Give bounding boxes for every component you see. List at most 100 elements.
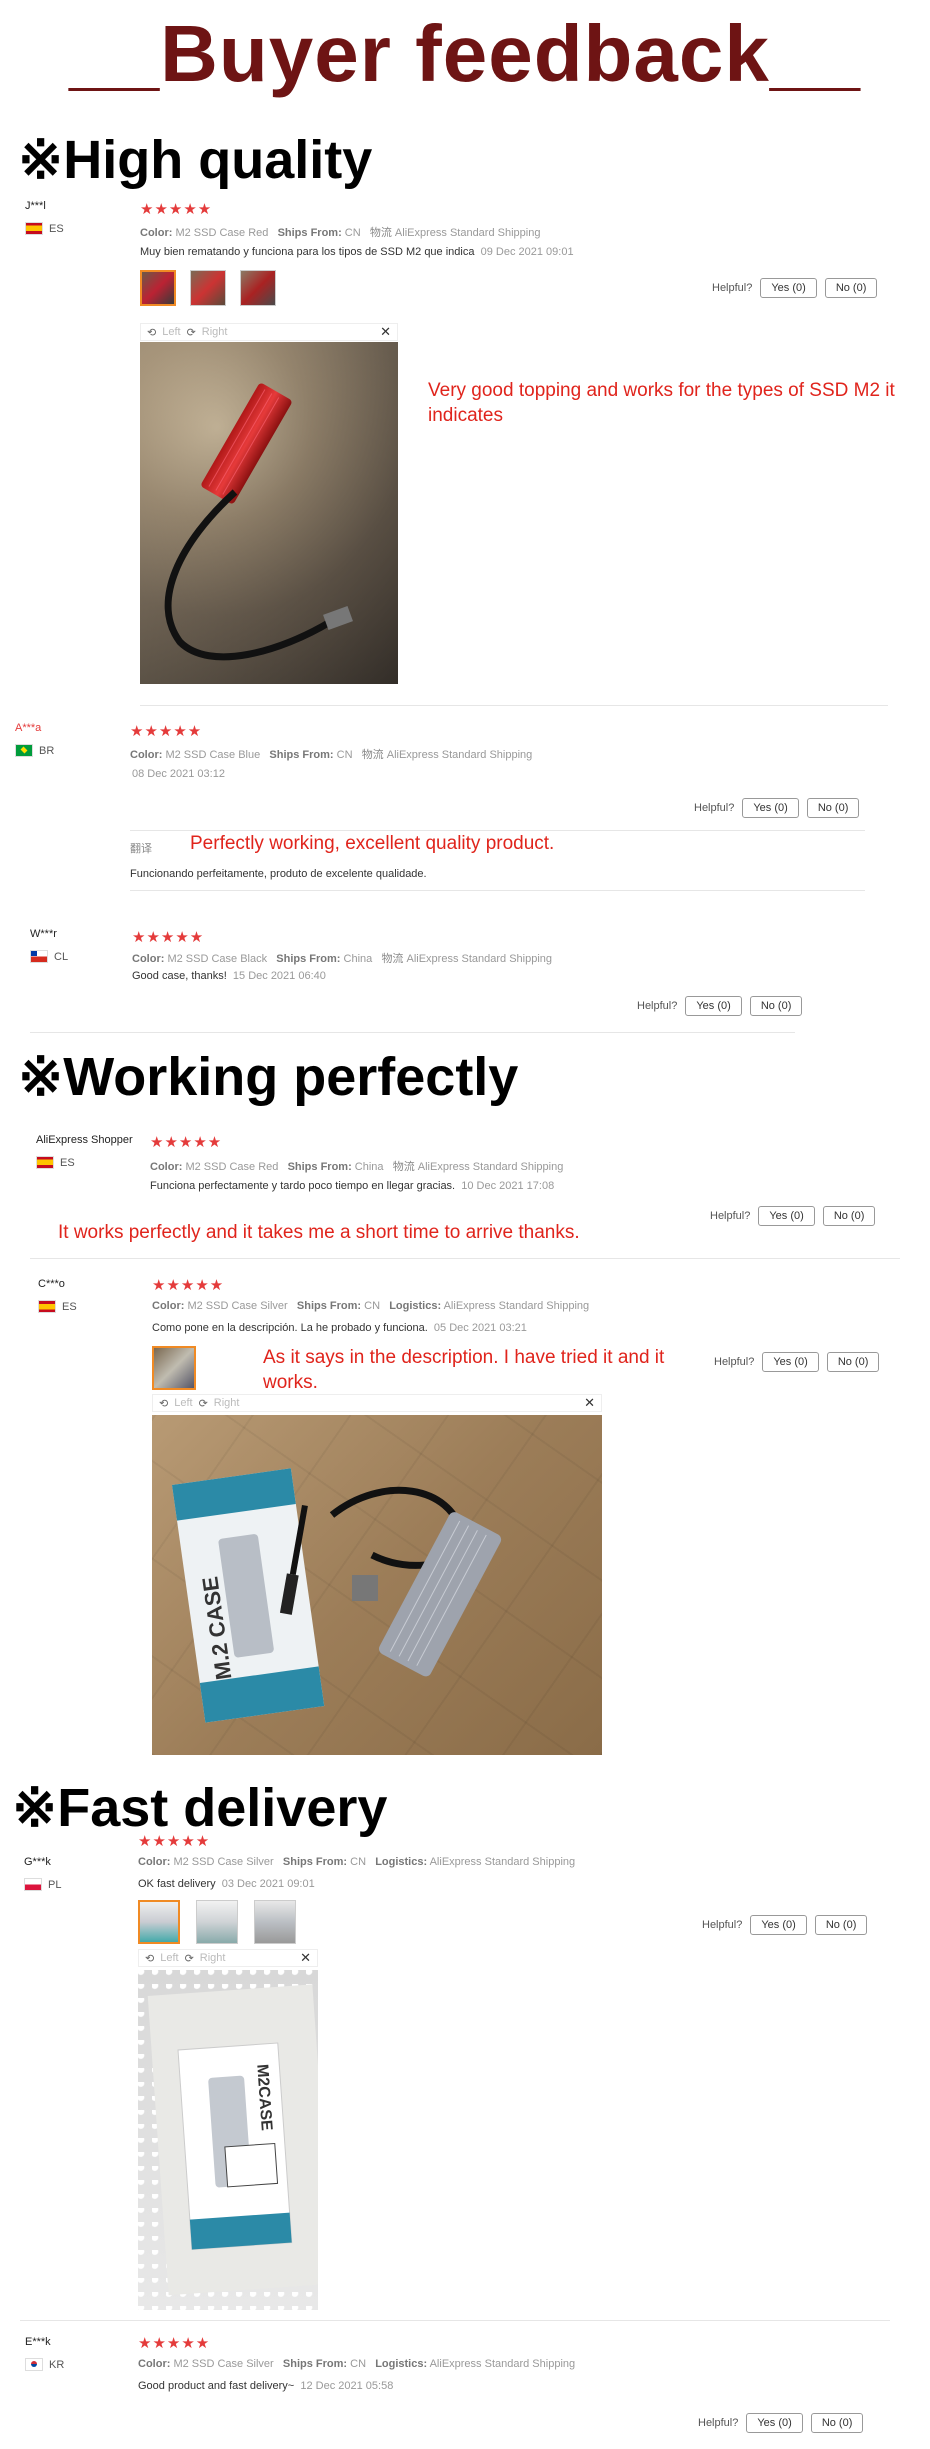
- flag-es-icon: [38, 1300, 56, 1314]
- helpful-no-button[interactable]: No (0): [810, 2413, 864, 2433]
- review-text: Good case, thanks! 15 Dec 2021 06:40: [132, 970, 326, 982]
- divider: [30, 1032, 795, 1033]
- rotate-left-icon[interactable]: ⟲: [145, 1952, 154, 1965]
- photo-thumbnail[interactable]: [240, 270, 276, 306]
- photo-thumbnail[interactable]: [196, 1900, 238, 1944]
- rotate-right-icon[interactable]: ⟳: [199, 1397, 208, 1410]
- helpful-no-button[interactable]: No (0): [824, 278, 878, 298]
- helpful-no-button[interactable]: No (0): [806, 798, 860, 818]
- helpful-no-button[interactable]: No (0): [822, 1206, 876, 1226]
- review-photo[interactable]: [140, 342, 398, 684]
- thumbnails: [138, 1900, 296, 1944]
- rotate-left-icon[interactable]: ⟲: [147, 326, 156, 339]
- image-viewer-toolbar: ⟲ Left ⟳ Right ✕: [140, 323, 398, 341]
- order-info: Color: M2 SSD Case Red Ships From: CN 物流…: [140, 227, 541, 239]
- review-text: Good product and fast delivery~ 12 Dec 2…: [138, 2380, 394, 2392]
- review-date: 08 Dec 2021 03:12: [132, 768, 225, 780]
- reviewer-name: AliExpress Shopper: [36, 1134, 133, 1146]
- reviewer-name: C***o: [38, 1278, 65, 1290]
- review-1: J***l ES: [25, 200, 64, 238]
- country-code: ES: [49, 222, 64, 235]
- thumbnails: [140, 270, 276, 306]
- image-viewer-toolbar: ⟲ Left ⟳ Right ✕: [138, 1949, 318, 1967]
- rating-stars: ★★★★★: [138, 2335, 211, 2352]
- rating-stars: ★★★★★: [132, 929, 205, 946]
- reviewer-name: G***k: [24, 1856, 51, 1868]
- divider: [30, 1258, 900, 1259]
- translate-label[interactable]: 翻译: [130, 840, 152, 856]
- reviewer-name: A***a: [15, 722, 42, 734]
- review-text: Como pone en la descripción. La he proba…: [152, 1322, 527, 1334]
- package-contents-photo: M.2 CASE: [172, 1468, 502, 1723]
- photo-thumbnail[interactable]: [254, 1900, 296, 1944]
- rating-stars: ★★★★★: [152, 1277, 225, 1294]
- ssd-case-photo: [140, 342, 398, 684]
- review-text: OK fast delivery 03 Dec 2021 09:01: [138, 1878, 315, 1890]
- helpful-yes-button[interactable]: Yes (0): [746, 2413, 803, 2433]
- translation-annotation: As it says in the description. I have tr…: [263, 1347, 665, 1393]
- page-title: __Buyer feedback__: [69, 9, 861, 98]
- section-fast-delivery: ※Fast delivery: [12, 1778, 388, 1838]
- translation-annotation: Very good topping and works for the type…: [428, 380, 895, 426]
- order-info: Color: M2 SSD Case Silver Ships From: CN…: [138, 1856, 576, 1868]
- helpful-yes-button[interactable]: Yes (0): [760, 278, 817, 298]
- rotate-right-icon[interactable]: ⟳: [185, 1952, 194, 1965]
- close-icon[interactable]: ✕: [300, 1950, 311, 1966]
- order-info: Color: M2 SSD Case Blue Ships From: CN 物…: [130, 749, 533, 761]
- order-info: Color: M2 SSD Case Silver Ships From: CN…: [152, 1300, 590, 1312]
- divider: [140, 705, 888, 706]
- helpful-no-button[interactable]: No (0): [749, 996, 803, 1016]
- helpful-yes-button[interactable]: Yes (0): [758, 1206, 815, 1226]
- helpful-bar: Helpful? Yes (0) No (0): [714, 1352, 880, 1372]
- reviewer-name: W***r: [30, 928, 57, 940]
- boxed-ssd-case-photo: M2CASE: [147, 1984, 318, 2296]
- section-high-quality: ※High quality: [18, 130, 373, 190]
- helpful-no-button[interactable]: No (0): [826, 1352, 880, 1372]
- review-4: AliExpress Shopper ES: [36, 1134, 133, 1170]
- photo-thumbnail[interactable]: [138, 1900, 180, 1944]
- image-viewer-toolbar: ⟲ Left ⟳ Right ✕: [152, 1394, 602, 1412]
- close-icon[interactable]: ✕: [380, 324, 391, 340]
- helpful-bar: Helpful? Yes (0) No (0): [698, 2413, 864, 2433]
- rating-stars: ★★★★★: [138, 1833, 211, 1850]
- review-text: Funciona perfectamente y tardo poco tiem…: [150, 1180, 555, 1192]
- photo-thumbnail[interactable]: [190, 270, 226, 306]
- review-2: A***a BR: [15, 722, 55, 758]
- review-text: Funcionando perfeitamente, produto de ex…: [130, 868, 427, 880]
- rating-stars: ★★★★★: [140, 201, 213, 218]
- rotate-left-icon[interactable]: ⟲: [159, 1397, 168, 1410]
- order-info: Color: M2 SSD Case Silver Ships From: CN…: [138, 2358, 576, 2370]
- review-7: E***k KR: [25, 2336, 65, 2372]
- rating-stars: ★★★★★: [150, 1134, 223, 1151]
- helpful-yes-button[interactable]: Yes (0): [742, 798, 799, 818]
- helpful-yes-button[interactable]: Yes (0): [685, 996, 742, 1016]
- flag-kr-icon: [25, 2358, 43, 2372]
- reviewer-name: J***l: [25, 200, 46, 212]
- review-3: W***r CL: [30, 928, 69, 964]
- photo-thumbnail[interactable]: [152, 1346, 196, 1390]
- helpful-no-button[interactable]: No (0): [814, 1915, 868, 1935]
- flag-es-icon: [36, 1156, 54, 1170]
- order-info: Color: M2 SSD Case Red Ships From: China…: [150, 1161, 564, 1173]
- photo-thumbnail[interactable]: [140, 270, 176, 306]
- helpful-bar: Helpful? Yes (0) No (0): [710, 1206, 876, 1226]
- rating-stars: ★★★★★: [130, 723, 203, 740]
- helpful-yes-button[interactable]: Yes (0): [762, 1352, 819, 1372]
- flag-br-icon: [15, 744, 33, 758]
- close-icon[interactable]: ✕: [584, 1395, 595, 1411]
- helpful-bar: Helpful? Yes (0) No (0): [637, 996, 803, 1016]
- helpful-bar: Helpful? Yes (0) No (0): [694, 798, 860, 818]
- review-6: G***k PL: [24, 1856, 62, 1892]
- rotate-right-icon[interactable]: ⟳: [187, 326, 196, 339]
- helpful-bar: Helpful? Yes (0) No (0): [712, 278, 878, 298]
- order-info: Color: M2 SSD Case Black Ships From: Chi…: [132, 953, 553, 965]
- helpful-yes-button[interactable]: Yes (0): [750, 1915, 807, 1935]
- translation-annotation: It works perfectly and it takes me a sho…: [58, 1222, 580, 1243]
- section-working-perfectly: ※Working perfectly: [18, 1047, 519, 1107]
- divider: [130, 890, 865, 891]
- review-photo[interactable]: M.2 CASE: [152, 1415, 602, 1755]
- review-photo[interactable]: M2CASE: [138, 1970, 318, 2310]
- review-5: C***o ES: [38, 1278, 77, 1314]
- review-text: Muy bien rematando y funciona para los t…: [140, 246, 574, 258]
- flag-cl-icon: [30, 950, 48, 964]
